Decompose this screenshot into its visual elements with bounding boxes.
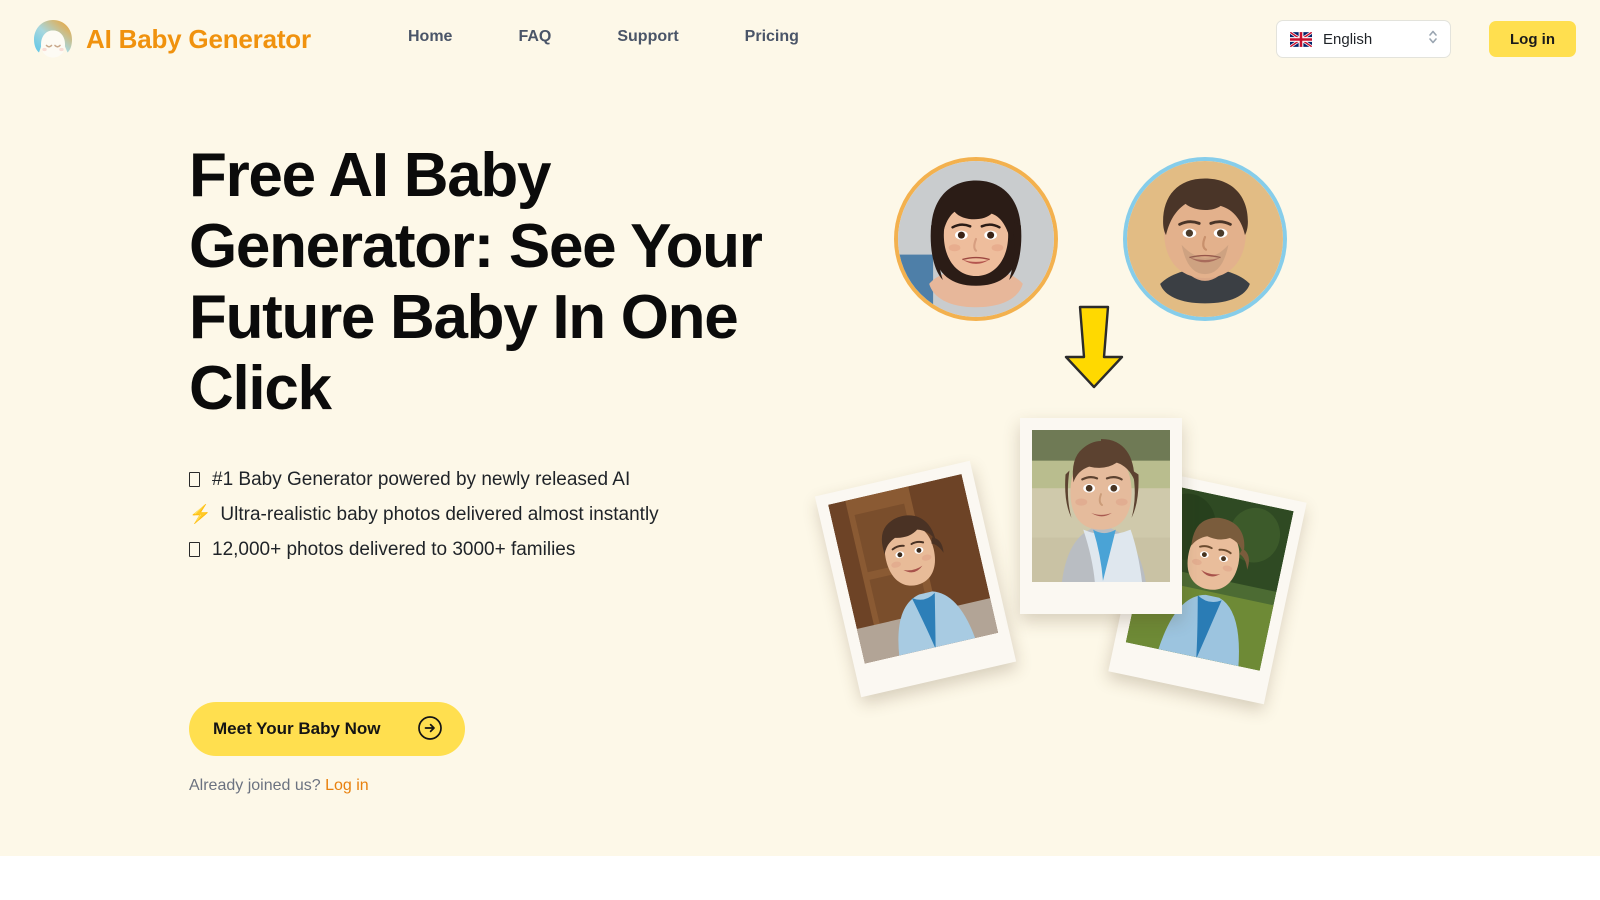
meet-your-baby-now-button[interactable]: Meet Your Baby Now bbox=[189, 702, 465, 756]
lightning-bolt-icon: ⚡ bbox=[189, 504, 212, 524]
list-item-text: Ultra-realistic baby photos delivered al… bbox=[220, 504, 659, 525]
list-item-text: 12,000+ photos delivered to 3000+ famili… bbox=[212, 539, 576, 560]
tofu-box-icon bbox=[189, 462, 203, 497]
page-title: Free AI Baby Generator: See Your Future … bbox=[189, 141, 763, 423]
hero-illustration bbox=[814, 110, 1420, 810]
nav-link-home[interactable]: Home bbox=[408, 28, 485, 46]
language-select-value: English bbox=[1323, 30, 1373, 48]
brand-name: AI Baby Generator bbox=[86, 23, 311, 54]
login-button[interactable]: Log in bbox=[1489, 21, 1576, 57]
down-arrow-icon bbox=[1058, 303, 1130, 391]
cta-label: Meet Your Baby Now bbox=[213, 719, 381, 738]
uk-flag-icon bbox=[1290, 31, 1312, 47]
language-select[interactable]: English bbox=[1276, 20, 1451, 58]
nav-link-support[interactable]: Support bbox=[584, 28, 711, 46]
list-item-text: #1 Baby Generator powered by newly relea… bbox=[212, 469, 631, 490]
hero-section: AI Baby Generator Home FAQ Support Prici… bbox=[0, 0, 1600, 856]
hero-copy: Free AI Baby Generator: See Your Future … bbox=[189, 140, 829, 567]
tofu-box-icon bbox=[189, 532, 203, 567]
header-actions: English Log in bbox=[1276, 20, 1576, 58]
baby-photo-left-image bbox=[828, 473, 999, 664]
brand-logo-link[interactable]: AI Baby Generator bbox=[30, 16, 311, 62]
login-prompt: Already joined us? Log in bbox=[189, 777, 369, 795]
login-prompt-text: Already joined us? bbox=[189, 777, 326, 794]
father-portrait bbox=[1127, 161, 1283, 317]
nav-link-faq[interactable]: FAQ bbox=[485, 28, 584, 46]
list-item: 12,000+ photos delivered to 3000+ famili… bbox=[189, 532, 829, 567]
hero-bullet-list: #1 Baby Generator powered by newly relea… bbox=[189, 462, 829, 567]
circle-arrow-right-icon bbox=[417, 715, 443, 744]
main-nav: Home FAQ Support Pricing bbox=[408, 28, 832, 46]
mother-portrait-avatar bbox=[894, 157, 1058, 321]
login-prompt-link[interactable]: Log in bbox=[325, 777, 369, 794]
baby-face-logo-icon bbox=[30, 16, 76, 62]
baby-photo-center bbox=[1020, 418, 1182, 614]
nav-link-pricing[interactable]: Pricing bbox=[712, 28, 832, 46]
father-portrait-avatar bbox=[1123, 157, 1287, 321]
baby-photo-center-image bbox=[1032, 430, 1170, 582]
list-item: ⚡ Ultra-realistic baby photos delivered … bbox=[189, 497, 829, 532]
mother-portrait bbox=[898, 161, 1054, 317]
site-header: AI Baby Generator Home FAQ Support Prici… bbox=[0, 0, 1600, 78]
baby-photo-left bbox=[814, 460, 1017, 698]
chevron-up-down-icon[interactable] bbox=[1427, 27, 1439, 52]
list-item: #1 Baby Generator powered by newly relea… bbox=[189, 462, 829, 497]
